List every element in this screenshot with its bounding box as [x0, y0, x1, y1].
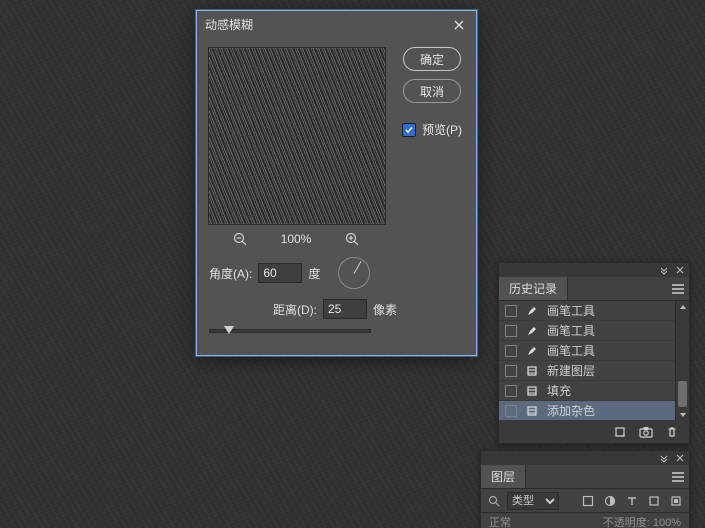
cancel-button[interactable]: 取消 — [403, 79, 461, 103]
history-item[interactable]: 填充 — [499, 381, 689, 401]
preview-checkbox-row[interactable]: 预览(P) — [402, 121, 462, 138]
history-item-label: 添加杂色 — [547, 402, 595, 419]
history-mark[interactable] — [505, 405, 517, 417]
preview-thumbnail[interactable] — [208, 47, 386, 225]
filter-pixel-icon[interactable] — [581, 494, 595, 508]
history-item[interactable]: 添加杂色 — [499, 401, 689, 421]
layers-panel: 图层 类型 正常 不透明度: 100% — [480, 450, 690, 528]
brush-icon — [525, 304, 539, 318]
dialog-title-text: 动感模糊 — [205, 11, 253, 39]
history-scrollbar[interactable] — [675, 301, 689, 421]
preview-label: 预览(P) — [422, 121, 462, 138]
opacity-label: 不透明度 — [603, 517, 647, 528]
history-mark[interactable] — [505, 385, 517, 397]
distance-unit: 像素 — [373, 301, 397, 318]
search-icon[interactable] — [487, 494, 501, 508]
panel-close-icon[interactable] — [675, 265, 685, 275]
checkbox-icon[interactable] — [402, 123, 416, 137]
panel-strip[interactable] — [499, 263, 689, 277]
distance-input[interactable] — [323, 299, 367, 319]
history-footer — [499, 421, 689, 443]
angle-dial[interactable] — [338, 257, 370, 289]
distance-label: 距离(D): — [273, 301, 317, 318]
brush-icon — [525, 344, 539, 358]
history-item-label: 画笔工具 — [547, 342, 595, 359]
history-mark[interactable] — [505, 345, 517, 357]
blend-mode-label[interactable]: 正常 — [489, 514, 511, 528]
filter-type-icon[interactable] — [625, 494, 639, 508]
slider-thumb[interactable] — [224, 326, 234, 334]
zoom-in-icon[interactable] — [344, 231, 360, 247]
angle-input[interactable] — [258, 263, 302, 283]
zoom-percent: 100% — [274, 232, 318, 246]
fill-icon — [525, 384, 539, 398]
brush-icon — [525, 324, 539, 338]
layers-filter-row: 类型 — [481, 489, 689, 513]
filter-shape-icon[interactable] — [647, 494, 661, 508]
history-item[interactable]: 新建图层 — [499, 361, 689, 381]
opacity-value[interactable]: 100% — [653, 517, 681, 528]
history-item-label: 画笔工具 — [547, 322, 595, 339]
angle-unit: 度 — [308, 265, 320, 282]
history-list[interactable]: 画笔工具画笔工具画笔工具新建图层填充添加杂色 — [499, 301, 689, 421]
scroll-up-icon[interactable] — [676, 301, 689, 313]
newlayer-icon — [525, 364, 539, 378]
scroll-thumb[interactable] — [678, 381, 687, 407]
collapse-icon[interactable] — [659, 453, 669, 463]
filter-smart-icon[interactable] — [669, 494, 683, 508]
panel-menu-icon[interactable] — [667, 465, 689, 488]
history-mark[interactable] — [505, 325, 517, 337]
history-item-label: 新建图层 — [547, 362, 595, 379]
collapse-icon[interactable] — [659, 265, 669, 275]
trash-icon[interactable] — [665, 425, 679, 439]
history-item-label: 填充 — [547, 382, 571, 399]
new-doc-from-state-icon[interactable] — [613, 425, 627, 439]
history-item[interactable]: 画笔工具 — [499, 321, 689, 341]
filter-type-select[interactable]: 类型 — [507, 492, 559, 510]
history-item[interactable]: 画笔工具 — [499, 301, 689, 321]
fill-icon — [525, 404, 539, 418]
layers-props-row: 正常 不透明度: 100% — [481, 513, 689, 528]
history-item[interactable]: 画笔工具 — [499, 341, 689, 361]
history-tab[interactable]: 历史记录 — [499, 277, 568, 300]
distance-slider[interactable] — [209, 329, 371, 333]
history-panel: 历史记录 画笔工具画笔工具画笔工具新建图层填充添加杂色 — [498, 262, 690, 444]
panel-menu-icon[interactable] — [667, 277, 689, 300]
history-item-label: 画笔工具 — [547, 302, 595, 319]
panel-close-icon[interactable] — [675, 453, 685, 463]
panel-strip[interactable] — [481, 451, 689, 465]
history-mark[interactable] — [505, 305, 517, 317]
scroll-down-icon[interactable] — [676, 409, 689, 421]
layers-tab[interactable]: 图层 — [481, 465, 526, 488]
close-icon[interactable] — [450, 16, 468, 34]
dialog-titlebar[interactable]: 动感模糊 — [197, 11, 476, 39]
history-mark[interactable] — [505, 365, 517, 377]
filter-adjust-icon[interactable] — [603, 494, 617, 508]
snapshot-icon[interactable] — [639, 425, 653, 439]
angle-label: 角度(A): — [209, 265, 252, 282]
motion-blur-dialog: 动感模糊 100% 角度(A): 度 距离(D): 像素 — [196, 10, 477, 356]
ok-button[interactable]: 确定 — [403, 47, 461, 71]
zoom-out-icon[interactable] — [232, 231, 248, 247]
